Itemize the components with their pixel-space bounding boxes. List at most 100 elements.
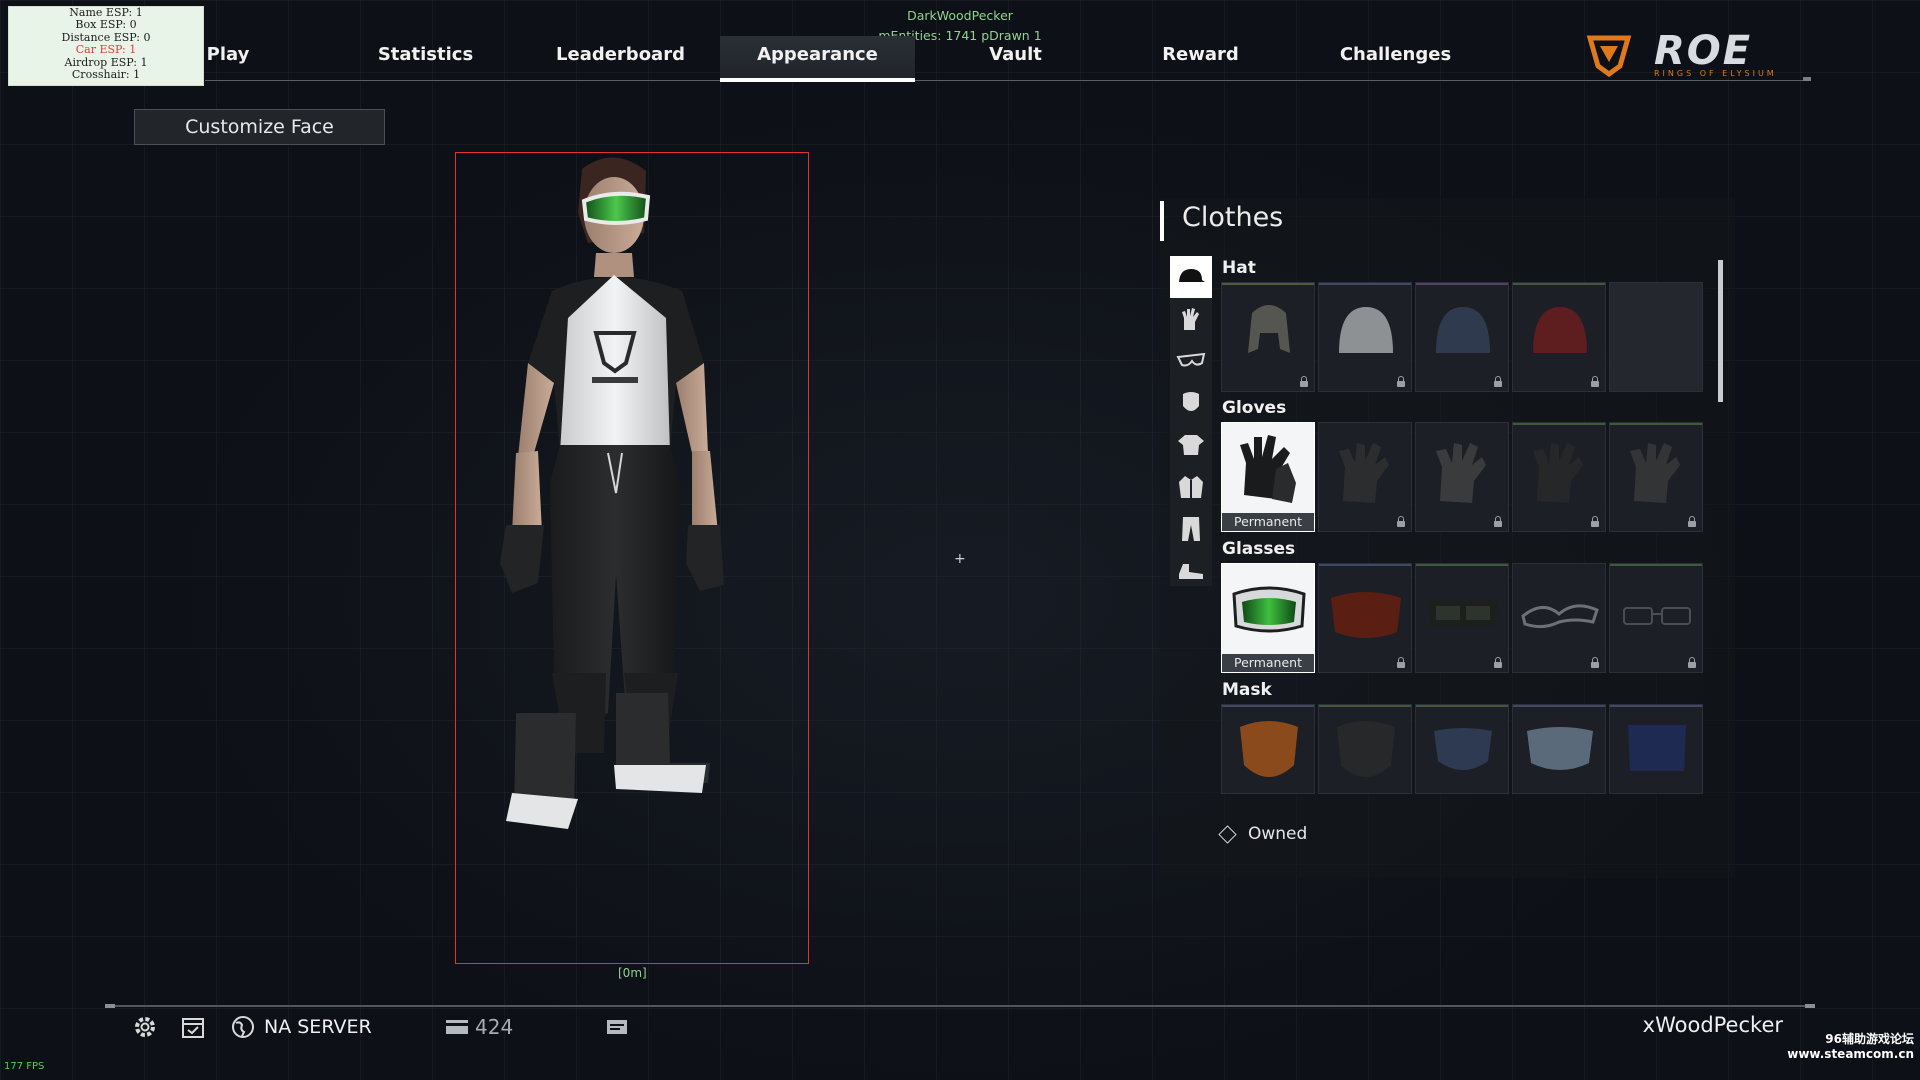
lock-icon [1591,657,1599,668]
rarity-edge [1610,423,1702,425]
gloves-item[interactable] [1318,422,1412,532]
owned-filter-label[interactable]: Owned [1248,824,1307,844]
section-title-hat: Hat [1222,258,1256,278]
character-distance-label: [0m] [618,966,647,980]
shirt-icon[interactable] [1170,424,1212,466]
lock-icon [1397,516,1405,527]
permanent-tag: Permanent [1222,654,1314,672]
rarity-edge [1416,564,1508,566]
bottom-divider-end [105,1004,115,1008]
section-title-gloves: Gloves [1222,398,1287,418]
ticket-button[interactable] [605,1012,629,1042]
nav-divider [205,80,1810,81]
tab-vault[interactable]: Vault [918,36,1113,80]
credit-card-icon [446,1020,468,1034]
calendar-button[interactable] [180,1012,206,1042]
logo-subtitle: RINGS OF ELYSIUM [1654,69,1777,78]
lock-icon [1494,657,1502,668]
hat-item[interactable] [1318,282,1412,392]
pants-icon[interactable] [1170,508,1212,550]
customize-face-button[interactable]: Customize Face [134,109,385,145]
panel-title: Clothes [1182,202,1284,233]
glasses-item[interactable] [1318,563,1412,673]
currency-amount: 424 [475,1015,514,1039]
hat-item-empty[interactable] [1609,282,1703,392]
glasses-item[interactable] [1415,563,1509,673]
gloves-item-equipped[interactable]: Permanent [1221,422,1315,532]
roe-emblem-icon [1586,35,1632,78]
clothes-scrollbar[interactable] [1718,260,1723,402]
character-bounding-box [455,152,809,964]
active-tab-indicator [720,78,915,82]
section-title-mask: Mask [1222,680,1272,700]
glasses-icon[interactable] [1170,340,1212,382]
watermark-line: www.steamcom.cn [1787,1047,1914,1061]
section-title-glasses: Glasses [1222,539,1296,559]
mask-item[interactable] [1609,704,1703,794]
tab-statistics[interactable]: Statistics [328,36,523,80]
glasses-item-equipped[interactable]: Permanent [1221,563,1315,673]
gloves-icon[interactable] [1170,298,1212,340]
crosshair-icon: + [954,551,966,567]
panel-accent-bar [1160,201,1164,241]
rarity-edge [1610,705,1702,707]
fps-counter: 177 FPS [4,1061,45,1072]
hat-item[interactable] [1512,282,1606,392]
mask-item[interactable] [1221,704,1315,794]
lock-icon [1591,516,1599,527]
debug-player-name: DarkWoodPecker [907,8,1013,23]
logo-text: ROE [1654,28,1753,74]
server-selector[interactable]: NA SERVER [230,1012,372,1042]
tab-challenges[interactable]: Challenges [1298,36,1493,80]
gloves-item[interactable] [1609,422,1703,532]
mask-icon[interactable] [1170,382,1212,424]
rarity-edge [1416,705,1508,707]
watermark: 96辅助游戏论坛 www.steamcom.cn [1787,1032,1914,1062]
roe-logo: ROE RINGS OF ELYSIUM [1584,28,1784,78]
clothes-panel: Clothes Hat Gloves Permanent Glasses Per… [1160,198,1735,878]
hat-item[interactable] [1221,282,1315,392]
lock-icon [1397,657,1405,668]
hat-item[interactable] [1415,282,1509,392]
glasses-item[interactable] [1609,563,1703,673]
rarity-edge [1319,705,1411,707]
tab-leaderboard[interactable]: Leaderboard [523,36,718,80]
gear-icon [135,1017,155,1037]
rarity-edge [1319,564,1411,566]
rarity-edge [1222,705,1314,707]
username-label[interactable]: xWoodPecker [1643,1013,1783,1037]
mask-item[interactable] [1318,704,1412,794]
server-label: NA SERVER [264,1016,372,1038]
hat-icon[interactable] [1170,256,1212,298]
category-sidebar [1170,256,1212,586]
lock-icon [1494,516,1502,527]
tab-appearance[interactable]: Appearance [720,36,915,80]
jacket-icon[interactable] [1170,466,1212,508]
lock-icon [1688,657,1696,668]
gloves-item[interactable] [1512,422,1606,532]
globe-icon [232,1016,254,1038]
ticket-icon [607,1020,627,1034]
lock-icon [1397,376,1405,387]
nav-divider-end [1803,77,1811,81]
rarity-edge [1513,283,1605,285]
rarity-edge [1319,283,1411,285]
rarity-edge [1513,423,1605,425]
tab-reward[interactable]: Reward [1103,36,1298,80]
mask-item[interactable] [1415,704,1509,794]
settings-button[interactable] [132,1012,158,1042]
bottom-divider-end [1805,1004,1815,1008]
character-model[interactable] [456,153,808,963]
mask-item[interactable] [1512,704,1606,794]
lock-icon [1688,516,1696,527]
rarity-edge [1610,564,1702,566]
gloves-item[interactable] [1415,422,1509,532]
owned-filter-checkbox[interactable] [1218,825,1237,844]
currency-display: 424 [445,1012,513,1042]
tab-play[interactable]: Play [168,36,288,80]
rarity-edge [1416,283,1508,285]
rarity-edge [1513,705,1605,707]
glasses-item[interactable] [1512,563,1606,673]
shoes-icon[interactable] [1170,550,1212,592]
rarity-edge [1222,283,1314,285]
